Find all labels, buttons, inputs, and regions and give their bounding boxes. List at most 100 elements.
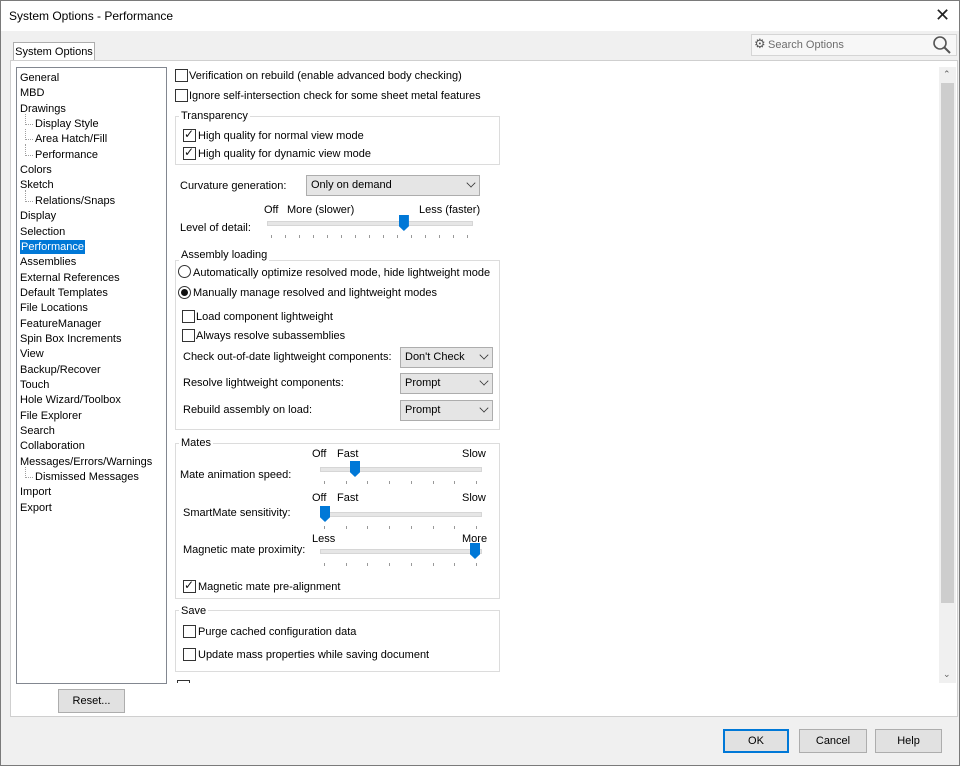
close-icon[interactable]: ✕: [935, 6, 950, 24]
slider-tick: [476, 563, 477, 566]
mates-title: Mates: [179, 437, 213, 449]
slider-tick: [476, 481, 477, 484]
tree-item[interactable]: Messages/Errors/Warnings: [20, 455, 152, 469]
purge-label: Purge cached configuration data: [198, 626, 357, 638]
vertical-scrollbar[interactable]: ⌃ ⌄: [939, 67, 956, 683]
tree-item[interactable]: Default Templates: [20, 286, 108, 300]
tree-item[interactable]: Hole Wizard/Toolbox: [20, 393, 121, 407]
scroll-down-icon[interactable]: ⌄: [943, 669, 951, 680]
smart-slow-label: Slow: [462, 492, 486, 504]
curvature-select[interactable]: Only on demand: [306, 175, 480, 196]
check-outdated-select[interactable]: Don't Check: [400, 347, 493, 368]
tree-item[interactable]: Drawings: [20, 102, 66, 116]
reset-button[interactable]: Reset...: [58, 689, 125, 713]
tree-item[interactable]: Dismissed Messages: [35, 470, 139, 484]
resolve-lightweight-label: Resolve lightweight components:: [183, 377, 344, 389]
tree-item[interactable]: Performance: [20, 239, 85, 254]
tree-item[interactable]: Relations/Snaps: [35, 194, 115, 208]
detail-slider[interactable]: [267, 215, 473, 241]
tree-item[interactable]: View: [20, 347, 44, 361]
tree-connector: [25, 113, 26, 126]
cancel-button[interactable]: Cancel: [799, 729, 867, 753]
slider-tick: [324, 481, 325, 484]
resolve-lightweight-select[interactable]: Prompt: [400, 373, 493, 394]
slider-thumb[interactable]: [398, 215, 409, 231]
tree-item[interactable]: Export: [20, 501, 52, 515]
tree-item[interactable]: File Locations: [20, 301, 88, 315]
auto-mode-radio[interactable]: [178, 265, 191, 278]
mag-proximity-label: Magnetic mate proximity:: [183, 544, 306, 556]
tree-item[interactable]: Performance: [35, 148, 98, 162]
ok-button[interactable]: OK: [723, 729, 789, 753]
tree-item[interactable]: Backup/Recover: [20, 363, 101, 377]
purge-checkbox[interactable]: [183, 625, 196, 638]
slider-track: [320, 512, 482, 517]
anim-speed-label: Mate animation speed:: [180, 469, 292, 481]
gear-icon: ⚙: [754, 36, 766, 51]
slider-thumb[interactable]: [350, 461, 360, 477]
load-lightweight-checkbox[interactable]: [182, 310, 195, 323]
slider-tick: [285, 235, 286, 238]
slider-tick: [345, 563, 347, 566]
ignore-self-intersection-label: Ignore self-intersection check for some …: [189, 90, 481, 102]
search-input[interactable]: Search Options: [768, 39, 844, 51]
tree-item[interactable]: Spin Box Increments: [20, 332, 122, 346]
slider-tick: [313, 235, 314, 238]
normal-view-checkbox[interactable]: [183, 127, 196, 142]
options-window: System Options - Performance ✕ System Op…: [0, 0, 960, 766]
tree-item[interactable]: File Explorer: [20, 409, 82, 423]
anim-speed-slider[interactable]: [320, 461, 482, 487]
smartmate-slider[interactable]: [320, 506, 482, 532]
tree-item[interactable]: Touch: [20, 378, 49, 392]
tree-item[interactable]: Colors: [20, 163, 52, 177]
mag-proximity-slider[interactable]: [320, 543, 482, 569]
tree-connector: [25, 124, 33, 126]
tab-system-options[interactable]: System Options: [13, 42, 95, 62]
slider-tick: [432, 563, 434, 566]
curvature-value: Only on demand: [311, 179, 392, 191]
tree-item[interactable]: Assemblies: [20, 255, 76, 269]
tree-item[interactable]: Import: [20, 485, 51, 499]
tree-item[interactable]: External References: [20, 271, 120, 285]
verification-checkbox[interactable]: [175, 69, 188, 82]
tree-item[interactable]: Display: [20, 209, 56, 223]
tree-connector: [25, 477, 33, 479]
slider-tick: [355, 235, 356, 238]
slider-thumb[interactable]: [470, 543, 480, 559]
options-tree[interactable]: General MBD Drawings Display Style Area Hatc…: [16, 67, 167, 684]
slider-tick: [397, 235, 398, 238]
scrollbar-thumb[interactable]: [941, 83, 954, 603]
clipped-checkbox[interactable]: [177, 680, 190, 683]
slider-tick: [324, 526, 325, 529]
detail-label: Level of detail:: [180, 222, 251, 234]
manual-mode-radio[interactable]: [178, 286, 191, 299]
slider-thumb[interactable]: [320, 506, 330, 522]
ignore-self-intersection-checkbox[interactable]: [175, 89, 188, 102]
tree-connector: [25, 139, 33, 141]
slider-tick: [345, 481, 347, 484]
prealignment-checkbox[interactable]: [183, 578, 196, 593]
always-resolve-checkbox[interactable]: [182, 329, 195, 342]
search-icon[interactable]: [932, 35, 952, 55]
smart-off-label: Off: [312, 492, 327, 504]
tree-item[interactable]: Search: [20, 424, 55, 438]
tree-item[interactable]: Selection: [20, 225, 65, 239]
rebuild-assembly-select[interactable]: Prompt: [400, 400, 493, 421]
tree-item[interactable]: MBD: [20, 86, 44, 100]
scroll-up-icon[interactable]: ⌃: [943, 69, 951, 80]
slider-tick: [454, 481, 456, 484]
tree-item[interactable]: Display Style: [35, 117, 99, 131]
slider-tick: [383, 235, 384, 238]
load-lightweight-label: Load component lightweight: [196, 311, 333, 323]
tree-connector: [25, 466, 26, 479]
slider-tick: [367, 563, 369, 566]
tree-item[interactable]: General: [20, 71, 59, 85]
search-box[interactable]: ⚙ Search Options: [751, 34, 957, 56]
tree-item[interactable]: Collaboration: [20, 439, 85, 453]
help-button[interactable]: Help: [875, 729, 942, 753]
tree-item[interactable]: Area Hatch/Fill: [35, 132, 107, 146]
dynamic-view-checkbox[interactable]: [183, 145, 196, 160]
slider-tick: [327, 235, 328, 238]
update-mass-checkbox[interactable]: [183, 648, 196, 661]
tree-item[interactable]: FeatureManager: [20, 317, 101, 331]
